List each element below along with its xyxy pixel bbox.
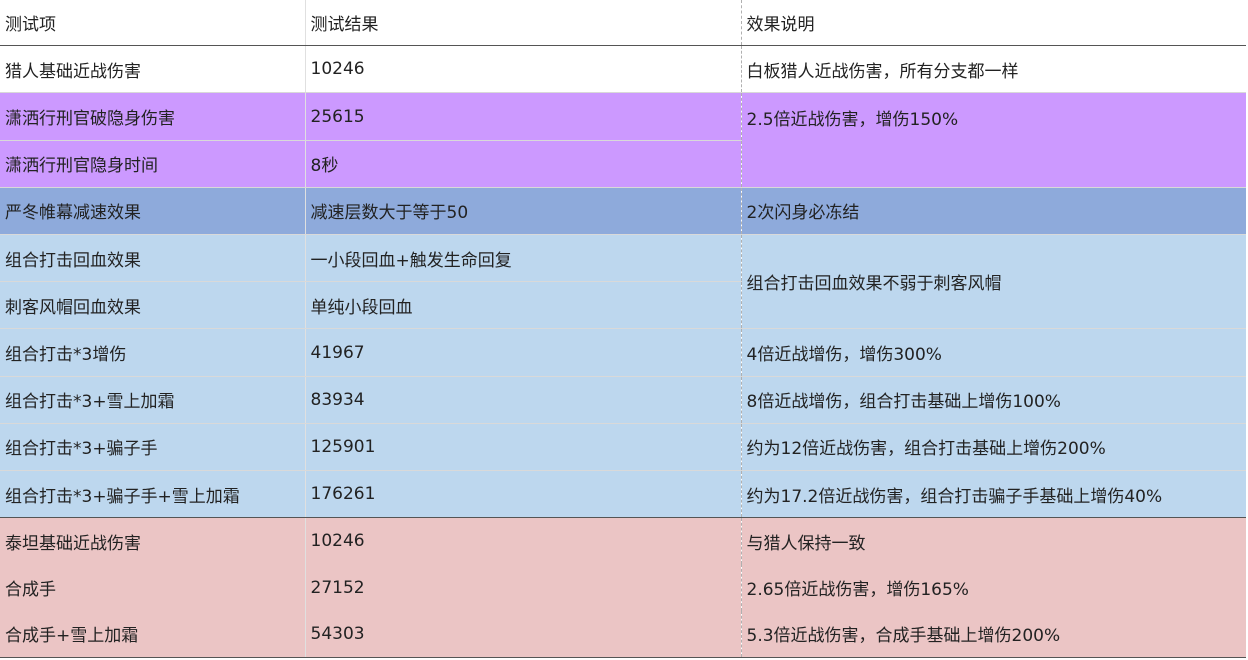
cell-result[interactable]: 8秒 <box>305 140 742 188</box>
cell-item[interactable]: 刺客风帽回血效果 <box>0 281 306 330</box>
table-row: 严冬帷幕减速效果 减速层数大于等于50 2次闪身必冻结 <box>0 187 1246 236</box>
cell-note[interactable]: 2次闪身必冻结 <box>741 187 1246 236</box>
table-row: 组合打击*3+骗子手 125901 约为12倍近战伤害，组合打击基础上增伤200… <box>0 423 1246 472</box>
table-row: 组合打击*3+雪上加霜 83934 8倍近战增伤，组合打击基础上增伤100% <box>0 376 1246 424</box>
results-table: 测试项 测试结果 效果说明 猎人基础近战伤害 10246 白板猎人近战伤害，所有… <box>0 0 1246 658</box>
cell-note[interactable]: 5.3倍近战伤害，合成手基础上增伤200% <box>741 610 1246 658</box>
header-test-result[interactable]: 测试结果 <box>305 0 742 47</box>
table-row: 组合打击*3增伤 41967 4倍近战增伤，增伤300% <box>0 328 1246 377</box>
cell-note[interactable]: 约为12倍近战伤害，组合打击基础上增伤200% <box>741 423 1246 472</box>
cell-item[interactable]: 合成手 <box>0 564 306 611</box>
cell-note[interactable]: 组合打击回血效果不弱于刺客风帽 <box>741 234 1246 330</box>
cell-result[interactable]: 54303 <box>305 610 742 658</box>
cell-note[interactable]: 约为17.2倍近战伤害，组合打击骗子手基础上增伤40% <box>741 470 1246 519</box>
cell-note[interactable]: 与猎人保持一致 <box>741 518 1246 565</box>
cell-result[interactable]: 41967 <box>305 328 742 377</box>
cell-item[interactable]: 泰坦基础近战伤害 <box>0 517 306 565</box>
cell-item[interactable]: 合成手+雪上加霜 <box>0 610 306 658</box>
table-row: 合成手 27152 2.65倍近战伤害，增伤165% <box>0 564 1246 611</box>
cell-result[interactable]: 83934 <box>305 376 742 424</box>
cell-item[interactable]: 潇洒行刑官破隐身伤害 <box>0 92 306 141</box>
cell-item[interactable]: 组合打击*3+骗子手 <box>0 423 306 472</box>
cell-result[interactable]: 176261 <box>305 470 742 519</box>
cell-item[interactable]: 猎人基础近战伤害 <box>0 45 306 94</box>
table-row: 潇洒行刑官破隐身伤害 25615 2.5倍近战伤害，增伤150% <box>0 92 1246 188</box>
table-row: 组合打击*3+骗子手+雪上加霜 176261 约为17.2倍近战伤害，组合打击骗… <box>0 470 1246 519</box>
cell-result[interactable]: 单纯小段回血 <box>305 281 742 330</box>
cell-result[interactable]: 10246 <box>305 45 742 94</box>
cell-item[interactable]: 组合打击*3+雪上加霜 <box>0 376 306 424</box>
cell-result[interactable]: 一小段回血+触发生命回复 <box>305 234 742 283</box>
cell-note[interactable]: 2.65倍近战伤害，增伤165% <box>741 564 1246 610</box>
cell-result[interactable]: 减速层数大于等于50 <box>305 187 742 236</box>
cell-item[interactable]: 潇洒行刑官隐身时间 <box>0 140 306 188</box>
cell-note[interactable]: 4倍近战增伤，增伤300% <box>741 328 1246 377</box>
cell-note[interactable]: 白板猎人近战伤害，所有分支都一样 <box>741 45 1246 94</box>
cell-result[interactable]: 27152 <box>305 564 742 611</box>
cell-result[interactable]: 10246 <box>305 517 742 565</box>
header-effect-note[interactable]: 效果说明 <box>741 0 1246 47</box>
header-row: 测试项 测试结果 效果说明 <box>0 0 1246 47</box>
header-test-item[interactable]: 测试项 <box>0 0 306 47</box>
cell-note[interactable]: 2.5倍近战伤害，增伤150% <box>741 92 1246 188</box>
cell-result[interactable]: 125901 <box>305 423 742 472</box>
cell-item[interactable]: 组合打击*3+骗子手+雪上加霜 <box>0 470 306 519</box>
cell-item[interactable]: 组合打击回血效果 <box>0 234 306 283</box>
cell-note[interactable]: 8倍近战增伤，组合打击基础上增伤100% <box>741 376 1246 424</box>
table-row: 猎人基础近战伤害 10246 白板猎人近战伤害，所有分支都一样 <box>0 45 1246 94</box>
table-row: 组合打击回血效果 一小段回血+触发生命回复 组合打击回血效果不弱于刺客风帽 <box>0 234 1246 330</box>
cell-item[interactable]: 严冬帷幕减速效果 <box>0 187 306 236</box>
cell-item[interactable]: 组合打击*3增伤 <box>0 328 306 377</box>
table-row: 合成手+雪上加霜 54303 5.3倍近战伤害，合成手基础上增伤200% <box>0 610 1246 658</box>
cell-result[interactable]: 25615 <box>305 92 742 141</box>
table-row: 泰坦基础近战伤害 10246 与猎人保持一致 <box>0 517 1246 565</box>
